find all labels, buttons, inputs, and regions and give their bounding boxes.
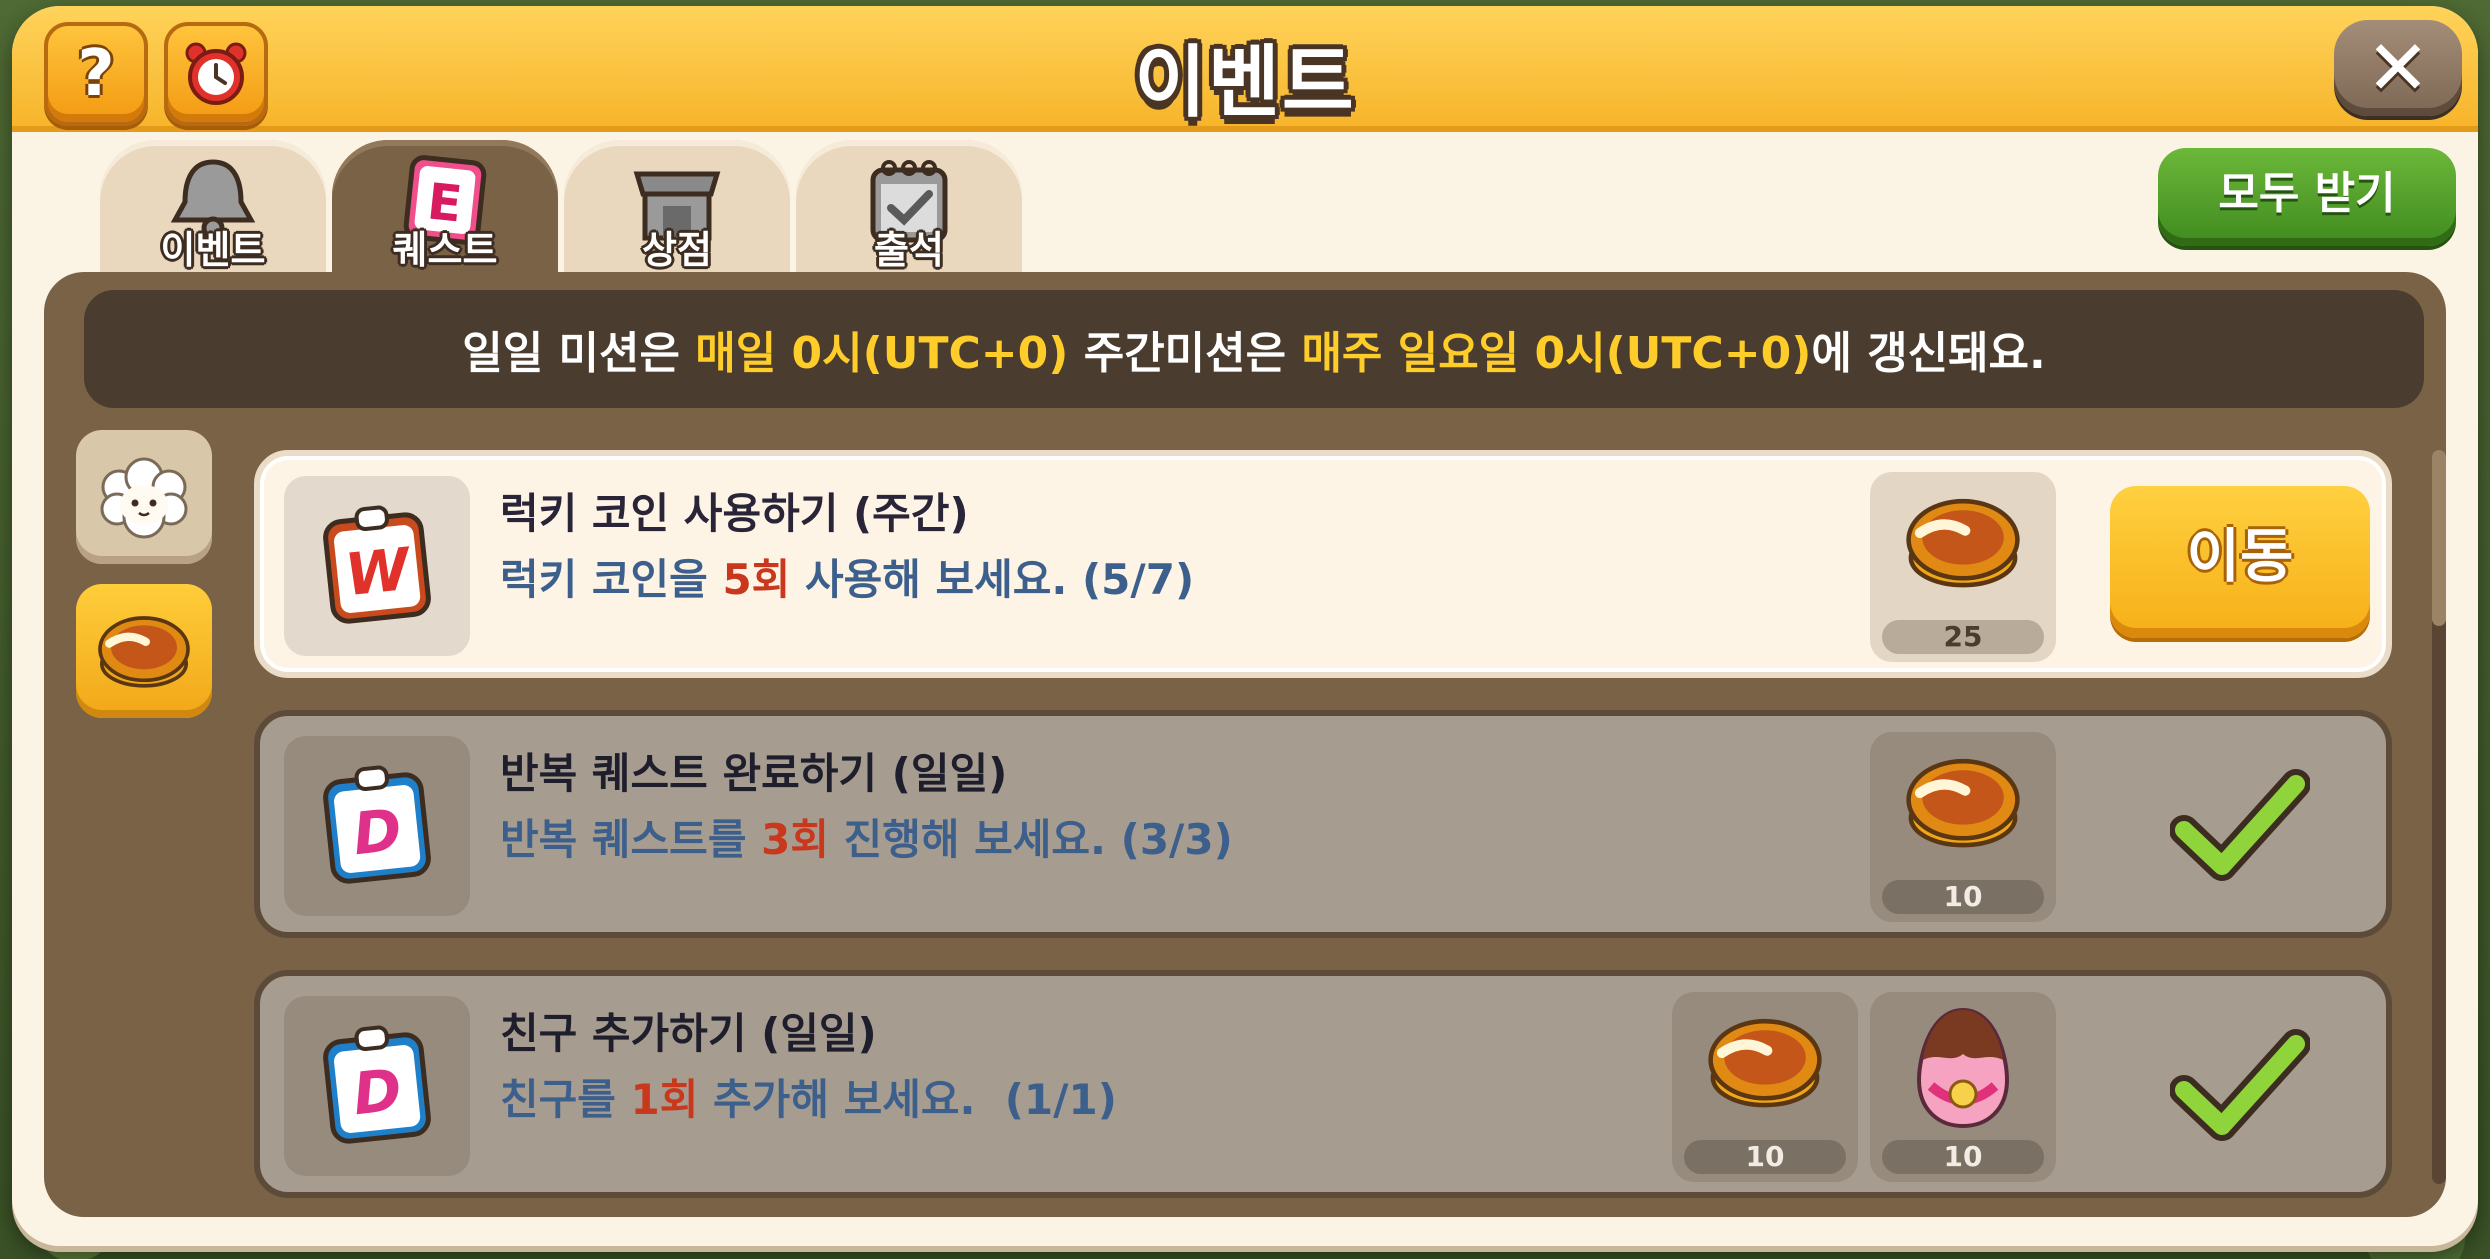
reset-notice: 일일 미션은 매일 0시(UTC+0) 주간미션은 매주 일요일 0시(UTC+… [84, 290, 2424, 408]
quest-panel: 일일 미션은 매일 0시(UTC+0) 주간미션은 매주 일요일 0시(UTC+… [44, 272, 2446, 1217]
quest-row: D 친구 추가하기 (일일) 친구를 1회 추가해 보세요. (1/1) 10 [254, 970, 2392, 1198]
tab-shop[interactable]: 상점 [564, 140, 790, 280]
quest-desc-text: 사용해 보세요. (5/7) [790, 555, 1195, 604]
tab-label: 상점 [642, 228, 712, 272]
quest-badge: W [284, 476, 470, 656]
notice-text: 일일 미션은 [462, 328, 696, 379]
quest-description: 친구를 1회 추가해 보세요. (1/1) [500, 1066, 1117, 1127]
quest-desc-text: 반복 퀘스트를 [500, 815, 762, 864]
filter-coin-button[interactable] [76, 584, 212, 718]
quest-row: D 반복 퀘스트 완료하기 (일일) 반복 퀘스트를 3회 진행해 보세요. (… [254, 710, 2392, 938]
reward-count: 10 [1684, 1140, 1846, 1174]
completed-check-icon [2170, 769, 2310, 881]
notice-text: 에 갱신돼요. [1811, 328, 2046, 379]
tab-label: 이벤트 [160, 228, 266, 272]
reward-slot: 10 [1870, 992, 2056, 1182]
quest-desc-count: 1회 [630, 1075, 699, 1124]
go-button[interactable]: 이동 [2110, 486, 2370, 638]
quest-desc-count: 3회 [761, 815, 829, 864]
quest-row: W 럭키 코인 사용하기 (주간) 럭키 코인을 5회 사용해 보세요. (5/… [254, 450, 2392, 678]
tab-event[interactable]: 이벤트 [100, 140, 326, 280]
quest-desc-text: 친구를 [500, 1075, 631, 1124]
window-title: 이벤트 [1134, 38, 1356, 128]
quest-desc-text: 진행해 보세요. (3/3) [828, 815, 1233, 864]
title-bar: ? 이벤트 ✕ [12, 6, 2478, 132]
quest-title: 럭키 코인 사용하기 (주간) [500, 489, 969, 538]
reward-count: 25 [1882, 620, 2044, 654]
tab-quest[interactable]: E 퀘스트 [332, 140, 558, 280]
quest-badge-letter: D [350, 796, 405, 869]
reward-count: 10 [1882, 880, 2044, 914]
filter-sheep-button[interactable] [76, 430, 212, 564]
quest-description: 럭키 코인을 5회 사용해 보세요. (5/7) [500, 546, 1194, 607]
claim-all-button[interactable]: 모두 받기 [2158, 148, 2456, 246]
notice-daily-time: 매일 0시(UTC+0) [695, 328, 1069, 379]
reward-slot: 25 [1870, 472, 2056, 662]
tab-label: 출석 [874, 228, 944, 272]
quest-badge-letter: D [350, 1056, 405, 1129]
reward-slot: 10 [1870, 732, 2056, 922]
cocoa-egg-icon [1916, 1007, 2010, 1129]
quest-description: 반복 퀘스트를 3회 진행해 보세요. (3/3) [500, 806, 1233, 867]
daily-quest-icon: D [323, 1025, 431, 1144]
completed-check-icon [2170, 1029, 2310, 1141]
lucky-coin-icon [1906, 758, 2020, 848]
quest-badge-letter: W [342, 535, 416, 610]
quest-badge: D [284, 736, 470, 916]
quest-desc-text: 추가해 보세요. (1/1) [698, 1075, 1117, 1124]
event-window: ? 이벤트 ✕ 이벤트 E 퀘스트 상점 출석 모두 받기 일일 미션은 매일 … [12, 6, 2478, 1246]
reward-count: 10 [1882, 1140, 2044, 1174]
lucky-coin-icon [1906, 498, 2020, 588]
reward-slot: 10 [1672, 992, 1858, 1182]
weekly-quest-icon: W [323, 505, 431, 624]
quest-badge: D [284, 996, 470, 1176]
close-button[interactable]: ✕ [2334, 20, 2462, 116]
lucky-coin-icon [1708, 1018, 1822, 1108]
scrollbar-thumb[interactable] [2432, 450, 2446, 626]
tab-label: 퀘스트 [392, 228, 498, 272]
sheep-icon [100, 457, 188, 539]
close-icon: ✕ [2366, 23, 2430, 112]
quest-title: 친구 추가하기 (일일) [500, 1009, 877, 1058]
quest-desc-count: 5회 [722, 555, 791, 604]
tab-attendance[interactable]: 출석 [796, 140, 1022, 280]
daily-quest-icon: D [323, 765, 431, 884]
quest-title: 반복 퀘스트 완료하기 (일일) [500, 749, 1008, 798]
notice-text: 주간미션은 [1068, 328, 1302, 379]
notice-weekly-time: 매주 일요일 0시(UTC+0) [1301, 328, 1812, 379]
lucky-coin-icon [98, 616, 190, 688]
quest-desc-text: 럭키 코인을 [500, 555, 723, 604]
